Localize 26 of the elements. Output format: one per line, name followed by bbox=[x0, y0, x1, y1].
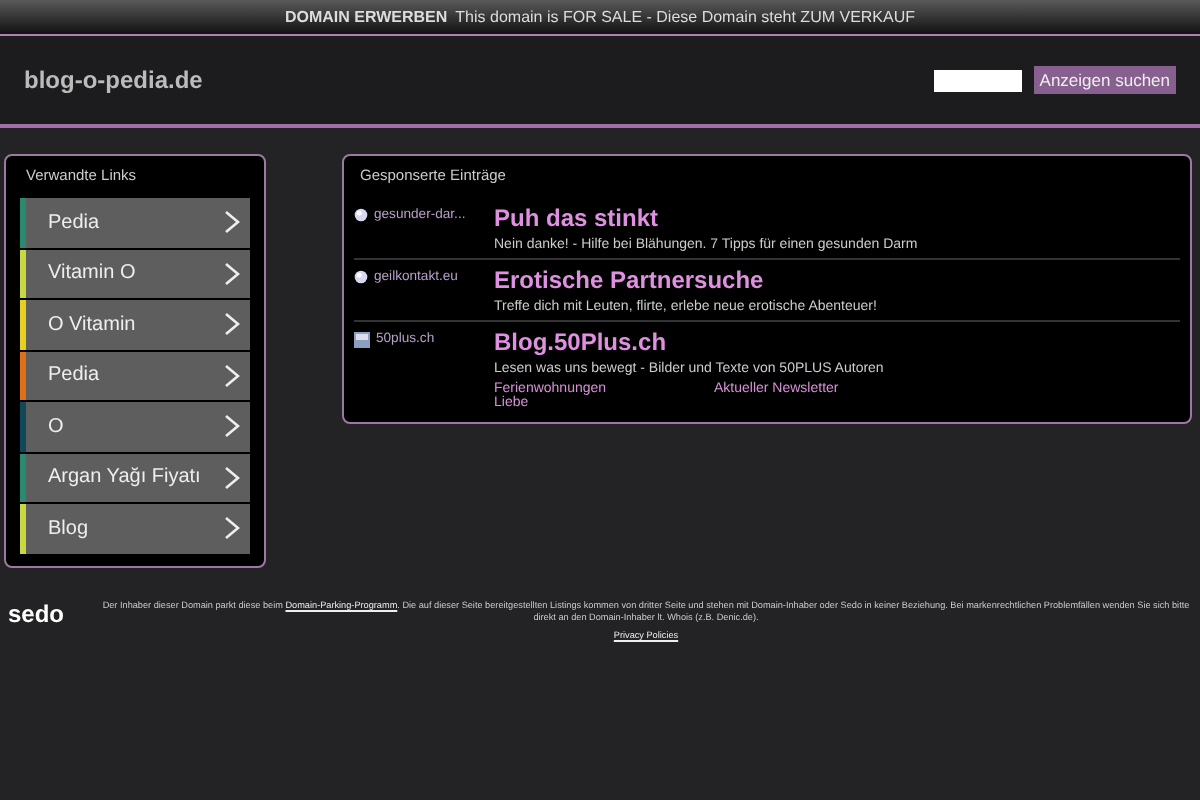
chevron-icon bbox=[224, 210, 240, 235]
search-field[interactable] bbox=[933, 69, 1022, 91]
chevron-icon bbox=[224, 465, 240, 490]
ad-headline[interactable]: Erotische Partnersuche bbox=[494, 266, 877, 294]
buy-domain-link[interactable]: DOMAIN ERWERBEN bbox=[284, 8, 448, 26]
chevron-icon bbox=[224, 261, 240, 286]
related-link[interactable]: Argan Yağı Fiyatı bbox=[20, 453, 250, 502]
chevron-icon bbox=[224, 516, 240, 541]
chevron-icon bbox=[224, 312, 240, 337]
related-link[interactable]: Vitamin O bbox=[20, 249, 250, 298]
chevron-icon bbox=[224, 363, 240, 388]
site-favicon-icon bbox=[354, 332, 370, 348]
ad-headline[interactable]: Blog.50Plus.ch bbox=[494, 328, 884, 356]
search-button[interactable]: Anzeigen suchen bbox=[1033, 66, 1176, 94]
related-link[interactable]: Blog bbox=[20, 504, 250, 553]
site-name: blog-o-pedia.de bbox=[24, 66, 203, 94]
chevron-icon bbox=[224, 414, 240, 439]
for-sale-text: This domain is FOR SALE - Diese Domain steht ZUM VERKAUF bbox=[455, 8, 916, 26]
globe-icon bbox=[354, 270, 368, 284]
related-link[interactable]: Pedia bbox=[20, 351, 250, 400]
related-link[interactable]: O bbox=[20, 402, 250, 451]
related-link[interactable]: O Vitamin bbox=[20, 300, 250, 349]
ad-headline[interactable]: Puh das stinkt bbox=[494, 204, 918, 232]
related-link[interactable]: Pedia bbox=[20, 198, 250, 247]
globe-icon bbox=[354, 208, 368, 222]
sedo-logo: sedo bbox=[8, 600, 67, 632]
